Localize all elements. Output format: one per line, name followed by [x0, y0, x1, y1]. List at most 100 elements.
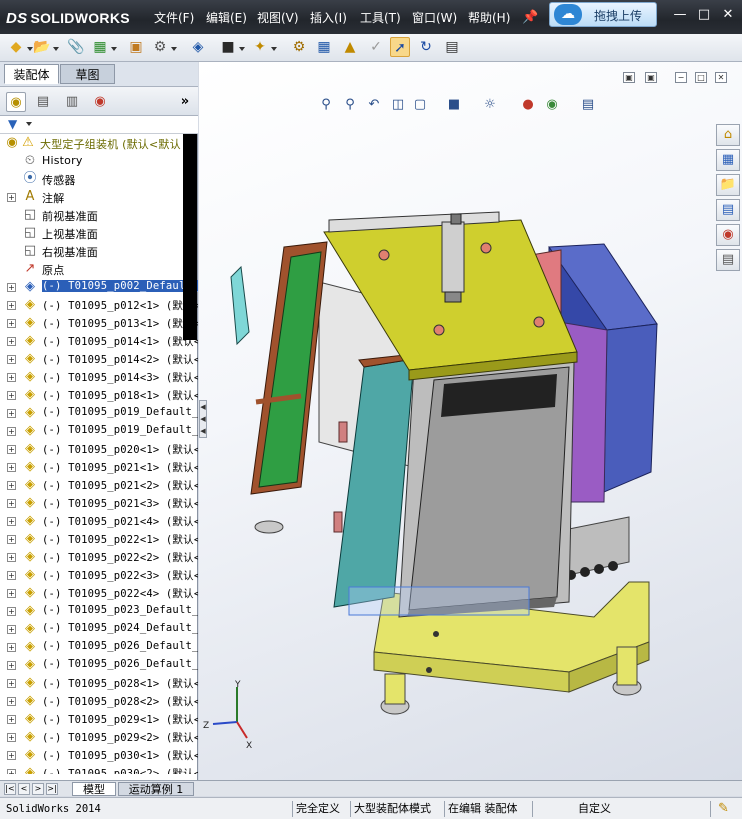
menu-edit[interactable]: 编辑(E) — [204, 9, 249, 27]
status-units[interactable]: 自定义 — [578, 802, 611, 816]
component-item[interactable]: + ◈ (-) T01095_p029<2> (默认< — [0, 728, 198, 746]
component-item[interactable]: + ◈ (-) T01095_p029<1> (默认< — [0, 710, 198, 728]
expand-icon[interactable]: + — [7, 589, 16, 598]
tab-assembly[interactable]: 装配体 — [4, 64, 59, 84]
expand-icon[interactable]: + — [7, 499, 16, 508]
restore-icon[interactable]: □ — [694, 6, 714, 24]
close-icon[interactable]: ✕ — [718, 6, 738, 24]
options-gear-icon[interactable]: ⚙ — [289, 37, 309, 57]
move-component-icon[interactable]: ⚙ — [150, 37, 170, 57]
component-item[interactable]: + ◈ (-) T01095_p028<1> (默认< — [0, 674, 198, 692]
tree-scrollbar[interactable] — [183, 134, 197, 340]
expand-icon[interactable]: + — [7, 409, 16, 418]
expand-icon[interactable]: + — [7, 517, 16, 526]
tree-item[interactable]: ◱ 上视基准面 — [0, 224, 198, 242]
featuremanager-icon[interactable]: ◉ — [6, 92, 26, 112]
menu-window[interactable]: 窗口(W) — [410, 9, 459, 27]
component-item[interactable]: + ◈ (-) T01095_p021<3> (默认< — [0, 494, 198, 512]
component-item[interactable]: + ◈ (-) T01095_p013<1> (默认< — [0, 314, 198, 332]
last-tab-icon[interactable]: >| — [46, 783, 58, 795]
tree-item[interactable]: ⦿ 传感器 — [0, 170, 198, 188]
component-item[interactable]: + ◈ (-) T01095_p026_Default_As — [0, 656, 198, 674]
graphics-viewport[interactable]: ▣ ▣ − □ ✕ ⚲ ⚲ ↶ ◫ ▢ ■ ☼ ● ◉ ▤ ⌂ ▦ 📁 ▤ ◉ … — [199, 62, 742, 780]
component-item[interactable]: + ◈ (-) T01095_p018<1> (默认< — [0, 386, 198, 404]
rebuild-status-icon[interactable]: ✎ — [718, 802, 729, 816]
expand-icon[interactable]: + — [7, 337, 16, 346]
next-tab-icon[interactable]: > — [32, 783, 44, 795]
component-item[interactable]: + ◈ (-) T01095_p022<4> (默认< — [0, 584, 198, 602]
expand-icon[interactable]: + — [7, 391, 16, 400]
configurationmanager-icon[interactable]: ▥ — [62, 92, 82, 112]
tree-root[interactable]: ◉ ⚠ 大型定子组装机 (默认<默认 — [0, 134, 198, 152]
component-item[interactable]: + ◈ (-) T01095_p028<2> (默认< — [0, 692, 198, 710]
minimize-icon[interactable]: — — [670, 6, 690, 24]
component-properties-icon[interactable]: ▣ — [126, 37, 146, 57]
pin-icon[interactable]: 📌 — [520, 9, 540, 27]
component-item[interactable]: + ◈ (-) T01095_p021<2> (默认< — [0, 476, 198, 494]
expand-icon[interactable]: + — [7, 661, 16, 670]
component-item[interactable]: + ◈ (-) T01095_p022<2> (默认< — [0, 548, 198, 566]
component-item[interactable]: + ◈ (-) T01095_p014<1> (默认< — [0, 332, 198, 350]
propertymanager-icon[interactable]: ▤ — [33, 92, 53, 112]
expand-icon[interactable]: + — [7, 283, 16, 292]
rebuild-icon[interactable]: ↻ — [416, 37, 436, 57]
expand-icon[interactable]: + — [7, 607, 16, 616]
component-item[interactable]: + ◈ (-) T01095_p022<1> (默认< — [0, 530, 198, 548]
component-item[interactable]: + ◈ (-) T01095_p019_Default_As — [0, 404, 198, 422]
tab-model[interactable]: 模型 — [72, 782, 116, 796]
expand-icon[interactable]: + — [7, 481, 16, 490]
component-item[interactable]: + ◈ (-) T01095_p023_Default_As — [0, 602, 198, 620]
expand-icon[interactable]: + — [7, 715, 16, 724]
expand-icon[interactable]: + — [7, 193, 16, 202]
filter-icon[interactable]: ▼ — [8, 117, 17, 131]
tab-sketch[interactable]: 草图 — [60, 64, 115, 84]
expand-icon[interactable]: + — [7, 355, 16, 364]
menu-view[interactable]: 视图(V) — [255, 9, 301, 27]
properties-icon[interactable]: ▤ — [442, 37, 462, 57]
more-tabs-icon[interactable]: » — [175, 92, 195, 112]
expand-icon[interactable]: + — [7, 463, 16, 472]
paperclip-icon[interactable]: 📎 — [66, 37, 86, 57]
new-icon[interactable]: ◆ — [6, 37, 26, 57]
tree-item[interactable]: ◱ 前视基准面 — [0, 206, 198, 224]
expand-icon[interactable]: + — [7, 679, 16, 688]
cloud-upload-button[interactable]: ☁ 拖拽上传 — [549, 2, 657, 27]
tree-item[interactable]: ↗ 原点 — [0, 260, 198, 278]
expand-icon[interactable]: + — [7, 697, 16, 706]
open-icon[interactable]: 📂 — [32, 37, 52, 57]
tree-item[interactable]: ◱ 右视基准面 — [0, 242, 198, 260]
tree-item[interactable]: ⏲ History — [0, 152, 198, 170]
component-item[interactable]: + ◈ (-) T01095_p012<1> (默认< — [0, 296, 198, 314]
expand-icon[interactable]: + — [7, 643, 16, 652]
expand-icon[interactable]: + — [7, 319, 16, 328]
tab-motion-study[interactable]: 运动算例 1 — [118, 782, 194, 796]
component-item[interactable]: + ◈ (-) T01095_p014<2> (默认< — [0, 350, 198, 368]
menu-file[interactable]: 文件(F) — [152, 9, 196, 27]
snapshot-icon[interactable]: ✓ — [366, 37, 386, 57]
menu-help[interactable]: 帮助(H) — [466, 9, 512, 27]
component-item[interactable]: + ◈ (-) T01095_p030<1> (默认< — [0, 746, 198, 764]
expand-icon[interactable]: + — [7, 373, 16, 382]
assembly-features-icon[interactable]: ■ — [218, 37, 238, 57]
expand-icon[interactable]: + — [7, 553, 16, 562]
menu-tools[interactable]: 工具(T) — [358, 9, 403, 27]
exploded-view-icon[interactable]: ◈ — [188, 37, 208, 57]
component-item[interactable]: + ◈ (-) T01095_p022<3> (默认< — [0, 566, 198, 584]
component-item[interactable]: + ◈ (-) T01095_p002_Default_As — [0, 278, 198, 296]
expand-icon[interactable]: + — [7, 751, 16, 760]
expand-icon[interactable]: + — [7, 571, 16, 580]
expand-icon[interactable]: + — [7, 733, 16, 742]
expand-icon[interactable]: + — [7, 769, 16, 774]
interference-icon[interactable]: ▲ — [340, 37, 360, 57]
component-item[interactable]: + ◈ (-) T01095_p019_Default_As — [0, 422, 198, 440]
component-item[interactable]: + ◈ (-) T01095_p026_Default_As — [0, 638, 198, 656]
expand-icon[interactable]: + — [7, 445, 16, 454]
expand-icon[interactable]: + — [7, 625, 16, 634]
expand-icon[interactable]: + — [7, 427, 16, 436]
solidworks-logo[interactable]: DS SOLIDWORKS — [6, 6, 130, 30]
expand-icon[interactable]: + — [7, 535, 16, 544]
prev-tab-icon[interactable]: < — [18, 783, 30, 795]
expand-icon[interactable]: + — [7, 301, 16, 310]
mate-icon[interactable]: ▦ — [90, 37, 110, 57]
large-assembly-icon[interactable]: ➚ — [390, 37, 410, 57]
